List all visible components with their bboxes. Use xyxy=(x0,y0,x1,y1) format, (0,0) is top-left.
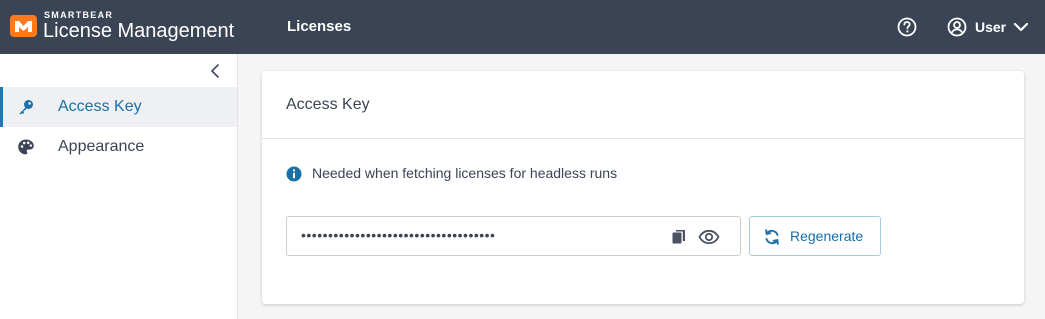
help-icon[interactable] xyxy=(897,17,917,37)
card-title: Access Key xyxy=(286,96,370,113)
eye-icon[interactable] xyxy=(698,228,720,246)
refresh-icon xyxy=(763,228,781,246)
top-bar: SMARTBEAR License Management Licenses Us… xyxy=(0,0,1045,54)
access-key-card: Access Key Needed when fetching licenses… xyxy=(262,71,1024,304)
key-icon xyxy=(17,98,35,116)
divider xyxy=(262,138,1024,139)
user-menu[interactable]: User xyxy=(947,16,1030,38)
user-icon xyxy=(947,17,967,37)
smartbear-logo-icon[interactable] xyxy=(10,15,37,37)
user-label: User xyxy=(975,19,1007,35)
nav-licenses-link[interactable]: Licenses xyxy=(287,18,351,35)
sidebar-item-label: Access Key xyxy=(58,98,142,115)
access-key-field[interactable]: •••••••••••••••••••••••••••••••••••• xyxy=(286,216,741,256)
palette-icon xyxy=(17,138,35,156)
copy-icon[interactable] xyxy=(670,228,688,246)
info-icon xyxy=(286,166,302,182)
collapse-sidebar-chevron-left-icon[interactable] xyxy=(207,62,223,80)
sidebar: Access Key Appearance xyxy=(0,54,238,319)
app-title[interactable]: License Management xyxy=(43,20,234,43)
info-text: Needed when fetching licenses for headle… xyxy=(312,165,618,181)
sidebar-item-label: Appearance xyxy=(58,138,145,155)
sidebar-item-appearance[interactable]: Appearance xyxy=(0,127,237,167)
access-key-value: •••••••••••••••••••••••••••••••••••• xyxy=(301,227,496,243)
sidebar-item-access-key[interactable]: Access Key xyxy=(0,87,237,127)
brand-company: SMARTBEAR xyxy=(44,10,114,20)
regenerate-label: Regenerate xyxy=(790,228,864,244)
chevron-down-icon xyxy=(1012,18,1030,36)
regenerate-button[interactable]: Regenerate xyxy=(749,216,881,256)
